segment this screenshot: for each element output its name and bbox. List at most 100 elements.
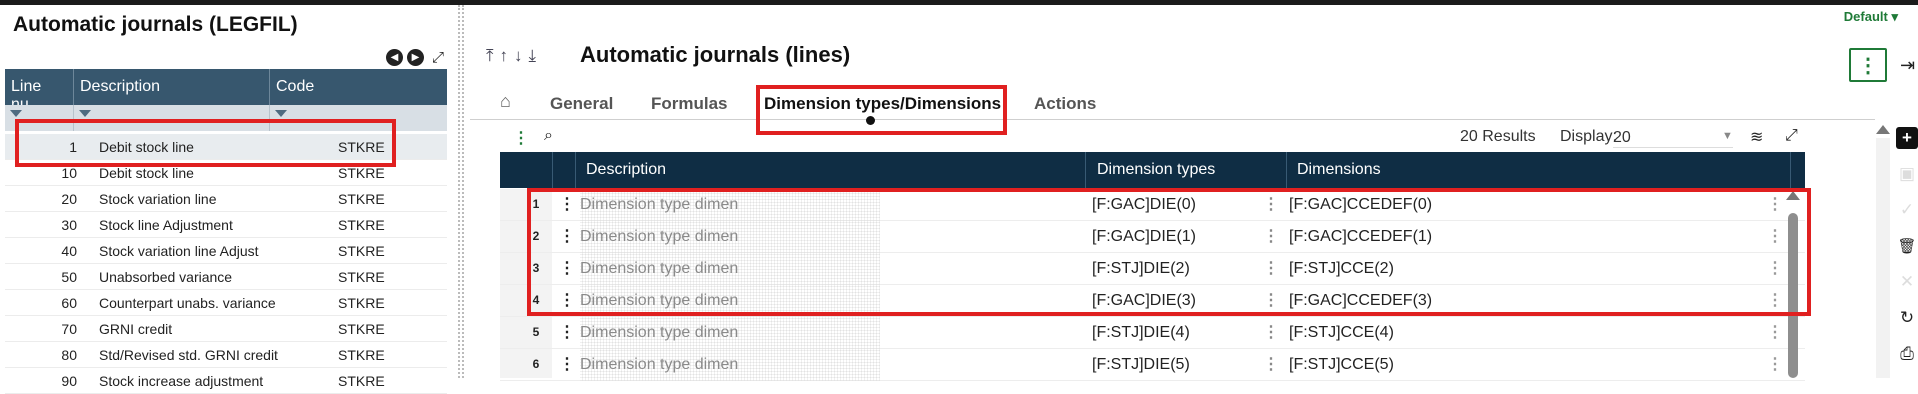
next-arrow-icon[interactable]: ↓ (514, 46, 523, 66)
delete-icon[interactable]: 🗑 (1896, 235, 1918, 257)
last-record-icon[interactable]: ⤓ (529, 46, 537, 66)
col-description[interactable]: Description (586, 161, 666, 179)
dimension-type-menu-icon[interactable]: ⋮ (1263, 322, 1279, 342)
dimension-cell[interactable]: [F:STJ]CCE(4) (1289, 324, 1394, 342)
list-item[interactable]: 30 Stock line Adjustment STKRE (5, 212, 447, 238)
description-cell[interactable]: Dimension type dimen (580, 317, 880, 349)
line-description: Stock variation line (99, 190, 217, 207)
line-description: Stock variation line Adjust (99, 242, 259, 259)
line-number: 50 (61, 268, 77, 285)
col-code[interactable]: Code (270, 69, 447, 105)
line-number: 60 (61, 294, 77, 311)
row-menu-icon[interactable]: ⋮ (559, 354, 575, 374)
grid-toolbar: ⋮ ⌕ 20 Results Display: 20 ▼ ≋ ⤢ (500, 127, 1810, 150)
list-item[interactable]: 90 Stock increase adjustment STKRE (5, 368, 447, 394)
home-icon[interactable]: ⌂ (500, 91, 511, 112)
list-item[interactable]: 40 Stock variation line Adjust STKRE (5, 238, 447, 264)
table-row[interactable]: 5 ⋮ Dimension type dimen [F:STJ]DIE(4) ⋮… (500, 317, 1805, 349)
line-code: STKRE (338, 242, 385, 259)
filter-icon (10, 110, 22, 117)
display-label: Display: (1560, 128, 1617, 145)
column-separator (1790, 152, 1791, 188)
results-count: 20 Results (1460, 128, 1536, 145)
line-description: Stock line Adjustment (99, 216, 233, 233)
first-record-icon[interactable]: ⤒ (486, 46, 494, 66)
line-code: STKRE (338, 268, 385, 285)
default-selector[interactable]: Default ▾ (1844, 9, 1898, 25)
tab-general[interactable]: General (550, 94, 613, 114)
line-code: STKRE (338, 346, 385, 363)
line-description: Counterpart unabs. variance (99, 294, 276, 311)
page-scroll-up-icon[interactable] (1876, 125, 1890, 134)
cancel-icon[interactable]: ✕ (1896, 271, 1918, 293)
tab-actions[interactable]: Actions (1034, 94, 1096, 114)
row-menu-icon[interactable]: ⋮ (559, 322, 575, 342)
line-number: 30 (61, 216, 77, 233)
layers-icon[interactable]: ≋ (1750, 127, 1763, 147)
description-cell[interactable]: Dimension type dimen (580, 349, 880, 381)
record-navigation: ⤒ ↑ ↓ ⤓ (486, 46, 536, 66)
left-panel-nav: ◀ ▶ ⤢ (385, 49, 444, 66)
highlight-box-left-row (15, 119, 396, 167)
dimension-type-menu-icon[interactable]: ⋮ (1263, 354, 1279, 374)
list-item[interactable]: 80 Std/Revised std. GRNI credit STKRE (5, 342, 447, 368)
page-title: Automatic journals (lines) (580, 42, 851, 67)
more-menu-button[interactable]: ⋮ (1849, 48, 1887, 82)
list-item[interactable]: 50 Unabsorbed variance STKRE (5, 264, 447, 290)
row-number: 5 (532, 325, 540, 339)
expand-icon[interactable]: ⤢ (1785, 127, 1798, 145)
dimension-type-cell[interactable]: [F:STJ]DIE(5) (1092, 356, 1190, 374)
refresh-icon[interactable]: ↻ (1896, 307, 1918, 329)
highlight-box-rows (527, 188, 1811, 316)
col-description[interactable]: Description (74, 69, 270, 105)
row-number: 6 (532, 357, 540, 371)
page-scrollbar-track[interactable] (1876, 138, 1890, 378)
col-dimensions[interactable]: Dimensions (1297, 161, 1381, 179)
validate-icon[interactable]: ✓ (1896, 199, 1918, 221)
line-description: GRNI credit (99, 320, 173, 337)
list-item[interactable]: 60 Counterpart unabs. variance STKRE (5, 290, 447, 316)
dimension-cell[interactable]: [F:STJ]CCE(5) (1289, 356, 1394, 374)
column-separator (552, 152, 553, 188)
chevron-down-icon: ▾ (1891, 9, 1898, 24)
list-item[interactable]: 20 Stock variation line STKRE (5, 186, 447, 212)
expand-icon[interactable]: ⤢ (432, 49, 444, 66)
line-code: STKRE (338, 372, 385, 389)
chevron-down-icon[interactable]: ▼ (1722, 130, 1733, 142)
filter-icon (275, 110, 287, 117)
display-select[interactable]: 20 (1613, 129, 1733, 148)
tab-formulas[interactable]: Formulas (651, 94, 728, 114)
search-icon[interactable]: ⌕ (544, 127, 553, 145)
next-record-icon[interactable]: ▶ (406, 49, 424, 66)
line-code: STKRE (338, 216, 385, 233)
default-label: Default (1843, 9, 1888, 24)
dimension-type-cell[interactable]: [F:STJ]DIE(4) (1092, 324, 1190, 342)
column-separator (1085, 152, 1086, 188)
left-panel-title: Automatic journals (LEGFIL) (13, 13, 298, 36)
grid-menu-icon[interactable]: ⋮ (513, 128, 529, 148)
save-icon[interactable]: ▣ (1896, 163, 1918, 185)
line-code: STKRE (338, 190, 385, 207)
dimension-menu-icon[interactable]: ⋮ (1767, 354, 1783, 374)
panel-splitter[interactable] (458, 5, 464, 378)
line-code: STKRE (338, 320, 385, 337)
previous-record-icon[interactable]: ◀ (385, 49, 403, 66)
left-table-header: Line nu... Description Code (5, 69, 447, 113)
col-line-number[interactable]: Line nu... (5, 69, 74, 113)
previous-arrow-icon[interactable]: ↑ (500, 46, 509, 66)
column-separator (1286, 152, 1287, 188)
list-item[interactable]: 70 GRNI credit STKRE (5, 316, 447, 342)
grid-header: Description Dimension types Dimensions (500, 152, 1805, 188)
add-icon[interactable]: + (1896, 127, 1918, 149)
line-code: STKRE (338, 294, 385, 311)
left-table-body: 1 Debit stock line STKRE 10 Debit stock lin… (5, 134, 447, 394)
dimension-menu-icon[interactable]: ⋮ (1767, 322, 1783, 342)
line-number: 80 (61, 346, 77, 363)
table-row[interactable]: 6 ⋮ Dimension type dimen [F:STJ]DIE(5) ⋮… (500, 349, 1805, 381)
line-description: Std/Revised std. GRNI credit (99, 346, 278, 363)
col-dimension-types[interactable]: Dimension types (1097, 161, 1215, 179)
column-separator (575, 152, 576, 188)
logout-icon[interactable]: ⇥ (1900, 55, 1915, 76)
line-description: Unabsorbed variance (99, 268, 233, 285)
print-icon[interactable]: ⎙ (1896, 343, 1918, 365)
